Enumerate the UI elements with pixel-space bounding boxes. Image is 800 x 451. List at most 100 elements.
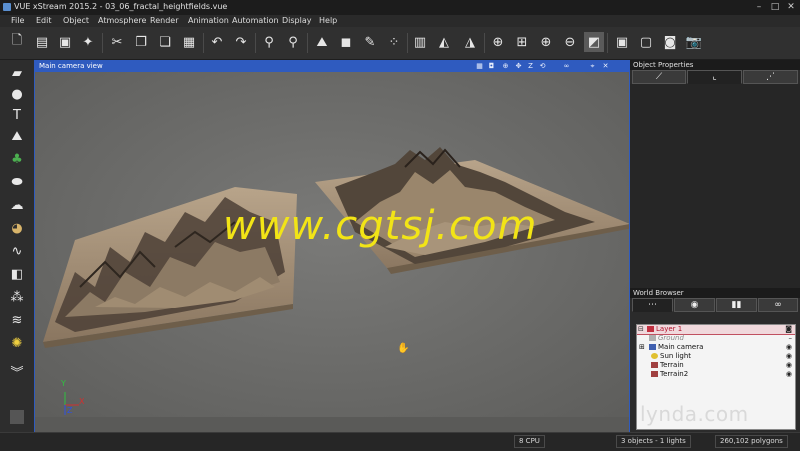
tab-world-materials[interactable]: ◉ [674, 298, 715, 312]
status-bar: 8 CPU 3 objects - 1 lights 260,102 polyg… [0, 432, 800, 451]
zoom-fit-icon[interactable]: ⊞ [512, 32, 532, 52]
hand-cursor-icon: ✋ [397, 343, 410, 354]
object-toolbox: ▰ ● T ⛰ ♣ ⬬ ☁ ◕ ∿ ◧ ⁂ ≋ ✺ ︾ [0, 60, 34, 432]
film-icon[interactable]: ▥ [410, 32, 430, 52]
flip-h-icon[interactable]: ◭ [434, 32, 454, 52]
menu-render[interactable]: Render [150, 16, 178, 25]
terrain-tool-icon[interactable]: ⛰ [6, 127, 28, 145]
menu-help[interactable]: Help [319, 16, 337, 25]
tree-row-sun-light[interactable]: Sun light ◉ [637, 352, 795, 361]
vp-close-icon[interactable]: ✕ [601, 62, 610, 71]
rock-icon[interactable]: ⬬ [6, 173, 28, 191]
undo-icon[interactable]: ↶ [207, 32, 227, 52]
expand-icon[interactable]: ⊞ [639, 343, 645, 351]
menu-atmosphere[interactable]: Atmosphere [98, 16, 146, 25]
unlink-icon[interactable]: ⚲ [283, 32, 303, 52]
links-tab-icon: ∞ [774, 300, 782, 310]
ground-icon [649, 335, 656, 341]
tree-row-ground[interactable]: Ground – [637, 334, 795, 343]
cube-icon[interactable]: ◼ [336, 32, 356, 52]
save-icon[interactable]: ▣ [55, 32, 75, 52]
tab-properties-animation[interactable]: ⋰ [743, 70, 798, 84]
brand-watermark: lynda.com [640, 402, 749, 426]
cut-icon[interactable]: ✂ [107, 32, 127, 52]
world-browser-header: World Browser [630, 288, 800, 298]
vp-pan-icon[interactable]: ✥ [514, 62, 523, 71]
display-options-icon[interactable]: ▣ [612, 32, 632, 52]
visibility-icon[interactable]: ◙ [785, 325, 792, 333]
material-icon[interactable]: ⁘ [384, 32, 404, 52]
vp-zoom-icon[interactable]: ⊕ [501, 62, 510, 71]
vp-link-icon[interactable]: ∞ [562, 62, 571, 71]
visibility-icon[interactable]: – [789, 334, 793, 342]
tornado-icon[interactable]: ≋ [6, 311, 28, 329]
visibility-icon[interactable]: ◉ [786, 370, 792, 378]
maximize-button[interactable]: □ [768, 2, 782, 12]
tree-row-terrain2[interactable]: Terrain2 ◉ [637, 370, 795, 379]
collapse-icon[interactable]: ⊟ [638, 325, 644, 333]
tab-properties-aspect[interactable]: ⟋ [632, 70, 686, 84]
tree-row-terrain[interactable]: Terrain ◉ [637, 361, 795, 370]
menu-automation[interactable]: Automation [232, 16, 279, 25]
objects-tab-icon: ⋯ [648, 300, 657, 310]
tree-icon[interactable]: ♣ [6, 150, 28, 168]
globe-icon[interactable]: ⊕ [488, 32, 508, 52]
tab-world-library[interactable]: ▮▮ [716, 298, 757, 312]
render-region-icon[interactable]: ◩ [584, 32, 604, 52]
tab-world-objects[interactable]: ⋯ [632, 298, 673, 312]
viewport-footer-strip [35, 417, 629, 432]
menu-animation[interactable]: Animation [188, 16, 229, 25]
vp-pin-icon[interactable]: ⌖ [588, 62, 597, 71]
sphere-icon[interactable]: ● [6, 85, 28, 103]
main-camera-viewport[interactable]: Main camera view ▦ ◘ ⊕ ✥ Z ⟲ ∞ ⌖ ✕ Y X Z… [34, 60, 630, 433]
delete-icon[interactable]: ▦ [179, 32, 199, 52]
tab-world-links[interactable]: ∞ [758, 298, 798, 312]
sun-icon [651, 353, 658, 359]
library-tab-icon: ▮▮ [731, 300, 742, 310]
text-icon[interactable]: T [6, 106, 28, 124]
vp-rotate-icon[interactable]: ⟲ [538, 62, 547, 71]
layout-icon[interactable]: ◙ [660, 32, 680, 52]
zoom-in-icon[interactable]: ⊕ [536, 32, 556, 52]
redo-icon[interactable]: ↷ [231, 32, 251, 52]
vp-grid-icon[interactable]: ▦ [475, 62, 484, 71]
minimize-button[interactable]: – [752, 2, 766, 12]
frame-icon[interactable]: ▢ [636, 32, 656, 52]
path-icon[interactable]: ∿ [6, 242, 28, 260]
menu-display[interactable]: Display [282, 16, 312, 25]
tab-properties-numerics[interactable]: ⌞ [687, 70, 742, 84]
vp-camera-icon[interactable]: ◘ [487, 62, 496, 71]
terrain-icon[interactable]: ⛰ [312, 32, 332, 52]
copy-icon[interactable]: ❐ [131, 32, 151, 52]
tree-row-main-camera[interactable]: ⊞ Main camera ◉ [637, 343, 795, 352]
menu-edit[interactable]: Edit [36, 16, 52, 25]
watermark-text: www.cgtsj.com [223, 203, 538, 249]
menu-file[interactable]: File [11, 16, 24, 25]
cube-tool-icon[interactable]: ◧ [6, 265, 28, 283]
viewport-header: Main camera view ▦ ◘ ⊕ ✥ Z ⟲ ∞ ⌖ ✕ [35, 61, 629, 72]
new-file-icon[interactable]: 🗋 [7, 32, 27, 52]
brush-icon[interactable]: ✎ [360, 32, 380, 52]
wand-icon[interactable]: ✦ [78, 32, 98, 52]
close-button[interactable]: ✕ [784, 2, 798, 12]
visibility-icon[interactable]: ◉ [786, 361, 792, 369]
color-swatch-icon[interactable] [10, 410, 24, 424]
open-file-icon[interactable]: ▤ [32, 32, 52, 52]
visibility-icon[interactable]: ◉ [786, 343, 792, 351]
camera-icon[interactable]: 📷 [684, 32, 704, 52]
light-icon[interactable]: ✺ [6, 334, 28, 352]
vp-z-icon[interactable]: Z [526, 62, 535, 71]
terrain-object-icon [651, 362, 658, 368]
paste-icon[interactable]: ❏ [155, 32, 175, 52]
particles-icon[interactable]: ⁂ [6, 288, 28, 306]
link-icon[interactable]: ⚲ [259, 32, 279, 52]
flip-v-icon[interactable]: ◮ [460, 32, 480, 52]
menu-object[interactable]: Object [63, 16, 89, 25]
visibility-icon[interactable]: ◉ [786, 352, 792, 360]
expand-icon[interactable]: ︾ [6, 362, 28, 381]
zoom-out-icon[interactable]: ⊖ [560, 32, 580, 52]
plane-icon[interactable]: ▰ [6, 64, 28, 82]
cloud-icon[interactable]: ☁ [6, 196, 28, 214]
objects-status: 3 objects - 1 lights [616, 435, 691, 448]
planet-icon[interactable]: ◕ [6, 219, 28, 237]
